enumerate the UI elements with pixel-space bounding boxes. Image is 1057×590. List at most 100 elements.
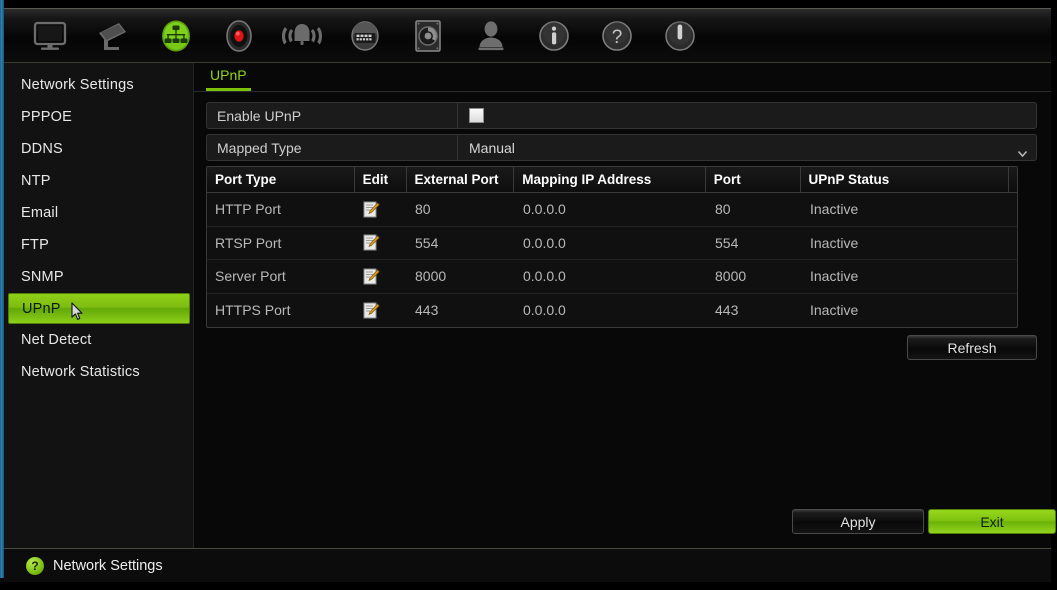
tab-upnp[interactable]: UPnP xyxy=(206,63,251,91)
tab-bar: UPnP xyxy=(194,63,1051,92)
upnp-port-table: Port Type Edit External Port Mapping IP … xyxy=(206,166,1018,328)
enable-upnp-label: Enable UPnP xyxy=(217,107,302,124)
sidebar-item-ntp[interactable]: NTP xyxy=(4,165,193,197)
cell-port: 8000 xyxy=(715,268,747,285)
table-row[interactable]: HTTP Port 80 0.0.0.0 80 Inactive xyxy=(207,193,1017,227)
network-icon xyxy=(156,19,196,53)
user-icon xyxy=(474,20,508,52)
exit-button[interactable]: Exit xyxy=(928,509,1056,534)
apply-button[interactable]: Apply xyxy=(792,509,924,534)
sidebar-item-label: Network Settings xyxy=(21,77,134,93)
help-icon[interactable]: ? xyxy=(26,556,44,575)
cell-port-type: Server Port xyxy=(215,268,286,285)
toolbar-item-system-info[interactable] xyxy=(522,13,585,59)
sidebar-item-pppoe[interactable]: PPPOE xyxy=(4,101,193,133)
sidebar-item-label: NTP xyxy=(21,173,51,189)
edit-icon[interactable] xyxy=(363,268,380,285)
toolbar-item-shutdown[interactable] xyxy=(648,13,711,59)
status-bar-label: Network Settings xyxy=(53,557,163,574)
sidebar-item-snmp[interactable]: SNMP xyxy=(4,261,193,293)
cell-upnp-status: Inactive xyxy=(810,201,859,218)
sidebar-item-label: Net Detect xyxy=(21,332,92,348)
upnp-panel: UPnP Enable UPnP Mapped Type Manual Port… xyxy=(194,63,1056,549)
refresh-button[interactable]: Refresh xyxy=(907,335,1037,360)
status-bar: ? Network Settings xyxy=(4,548,1051,582)
table-header-row: Port Type Edit External Port Mapping IP … xyxy=(207,167,1017,193)
cell-external-port: 8000 xyxy=(415,268,447,285)
sidebar-item-label: FTP xyxy=(21,237,49,253)
table-row[interactable]: RTSP Port 554 0.0.0.0 554 Inactive xyxy=(207,227,1017,260)
toolbar-item-alarm-settings[interactable] xyxy=(270,13,333,59)
column-header-edit: Edit xyxy=(355,167,407,192)
sidebar-item-label: SNMP xyxy=(21,269,64,285)
sidebar-item-label: PPPOE xyxy=(21,109,72,125)
sidebar-item-ddns[interactable]: DDNS xyxy=(4,133,193,165)
column-header-port-type: Port Type xyxy=(207,167,355,192)
column-header-external-port: External Port xyxy=(407,167,515,192)
edit-icon[interactable] xyxy=(363,302,380,319)
sidebar-item-upnp[interactable]: UPnP xyxy=(8,293,190,324)
power-icon xyxy=(663,19,697,53)
mapped-type-row[interactable]: Mapped Type Manual xyxy=(206,134,1037,161)
cell-external-port: 554 xyxy=(415,234,439,251)
cell-port-type: RTSP Port xyxy=(215,234,282,251)
cell-port: 80 xyxy=(715,201,731,218)
window-top-edge xyxy=(0,0,1057,8)
cell-edit xyxy=(355,260,407,293)
help-icon: ? xyxy=(600,19,634,53)
cell-upnp-status: Inactive xyxy=(810,302,859,319)
record-icon xyxy=(221,19,257,53)
sidebar-item-network-settings[interactable]: Network Settings xyxy=(4,69,193,101)
cell-edit xyxy=(355,227,407,260)
mouse-cursor-icon xyxy=(71,302,84,321)
sidebar-item-net-detect[interactable]: Net Detect xyxy=(4,324,193,356)
sidebar-item-label: Network Statistics xyxy=(21,364,140,380)
toolbar-item-rs232-settings[interactable] xyxy=(333,13,396,59)
enable-upnp-value xyxy=(458,108,1036,123)
edit-icon[interactable] xyxy=(363,234,380,251)
table-row[interactable]: Server Port 8000 0.0.0.0 8000 Inactive xyxy=(207,260,1017,294)
enable-upnp-checkbox[interactable] xyxy=(469,108,484,123)
chevron-down-icon[interactable] xyxy=(1017,144,1028,158)
settings-sidebar: Network Settings PPPOE DDNS NTP Email FT… xyxy=(4,63,194,549)
cell-edit xyxy=(355,294,407,328)
toolbar-item-display-settings[interactable] xyxy=(18,13,81,59)
toolbar-item-user-settings[interactable] xyxy=(459,13,522,59)
cell-port-type: HTTPS Port xyxy=(215,302,291,319)
cell-mapping-ip: 0.0.0.0 xyxy=(523,302,566,319)
column-header-mapping-ip-address: Mapping IP Address xyxy=(514,167,706,192)
cell-mapping-ip: 0.0.0.0 xyxy=(523,234,566,251)
cell-mapping-ip: 0.0.0.0 xyxy=(523,201,566,218)
sidebar-item-email[interactable]: Email xyxy=(4,197,193,229)
cell-upnp-status: Inactive xyxy=(810,268,859,285)
column-header-port: Port xyxy=(706,167,801,192)
window-bottom-edge xyxy=(0,582,1057,590)
mapped-type-label: Mapped Type xyxy=(217,139,302,156)
toolbar-item-network-settings[interactable] xyxy=(144,13,207,59)
edit-icon[interactable] xyxy=(363,201,380,218)
alarm-icon xyxy=(280,20,324,52)
toolbar-item-camera-settings[interactable] xyxy=(81,13,144,59)
sidebar-item-label: Email xyxy=(21,205,59,221)
content-area: Network Settings PPPOE DDNS NTP Email FT… xyxy=(4,63,1056,549)
table-scrollbar-column[interactable] xyxy=(1009,167,1017,192)
cell-port: 554 xyxy=(715,234,739,251)
nvr-window: ? Network Settings PPPOE DDNS NTP Email … xyxy=(0,0,1057,590)
camera-icon xyxy=(93,20,133,52)
cell-external-port: 80 xyxy=(415,201,431,218)
panel-content: Enable UPnP Mapped Type Manual Port Type… xyxy=(194,92,1051,328)
main-toolbar: ? xyxy=(4,8,1051,63)
rs232-icon xyxy=(346,20,384,52)
toolbar-item-help[interactable]: ? xyxy=(585,13,648,59)
cell-external-port: 443 xyxy=(415,302,439,319)
toolbar-item-hdd-settings[interactable] xyxy=(396,13,459,59)
toolbar-item-record-settings[interactable] xyxy=(207,13,270,59)
mapped-type-value: Manual xyxy=(469,139,515,156)
cell-port: 443 xyxy=(715,302,739,319)
sidebar-item-network-statistics[interactable]: Network Statistics xyxy=(4,356,193,388)
enable-upnp-row: Enable UPnP xyxy=(206,102,1037,129)
window-right-edge xyxy=(1051,0,1057,590)
table-row[interactable]: HTTPS Port 443 0.0.0.0 443 Inactive xyxy=(207,294,1017,328)
sidebar-item-ftp[interactable]: FTP xyxy=(4,229,193,261)
sidebar-item-label: DDNS xyxy=(21,141,63,157)
